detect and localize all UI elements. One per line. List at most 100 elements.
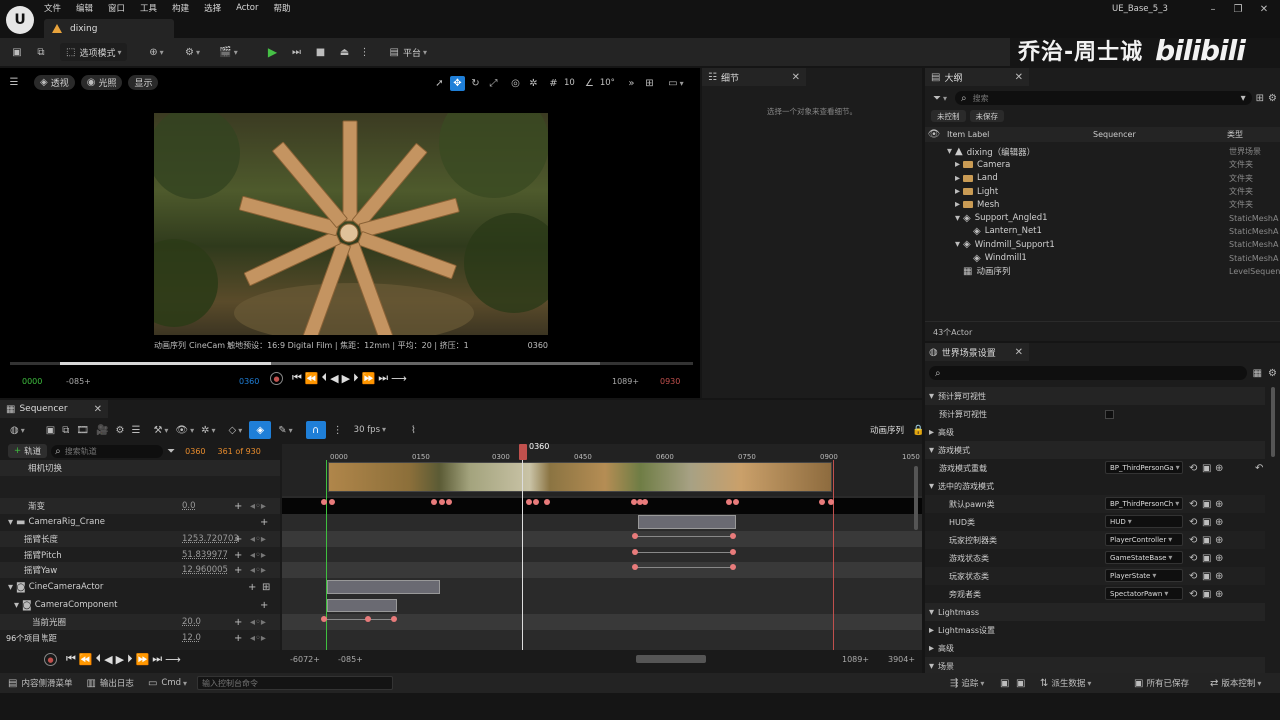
sequencer-tab[interactable]: ▦ Sequencer ✕ — [0, 400, 108, 418]
output-log-button[interactable]: ▥ 输出日志 — [86, 677, 133, 690]
world-space-icon[interactable]: ◎ — [508, 76, 523, 91]
eject-icon[interactable]: ⏏ — [335, 43, 353, 61]
tree-item-mesh[interactable]: ▸ Mesh 文件夹 — [925, 198, 1280, 211]
key-nav-icon[interactable]: ◂◦▸ — [250, 550, 266, 561]
play-icon[interactable]: ▶ — [263, 43, 281, 61]
scrub-end[interactable]: 0930 — [660, 377, 680, 386]
outliner-settings-icon[interactable]: ⚙ — [1268, 93, 1277, 104]
menu-file[interactable]: 文件 — [44, 2, 61, 14]
show-button[interactable]: 显示 — [128, 74, 159, 90]
browse-icon[interactable]: ⟲ — [1189, 553, 1197, 564]
tree-item-light[interactable]: ▸ Light 文件夹 — [925, 185, 1280, 198]
keyframe[interactable] — [726, 499, 732, 505]
keyframe[interactable] — [632, 549, 638, 555]
seq-view-icon[interactable]: 👁 — [175, 425, 194, 436]
play-forward-icon[interactable]: ▶ — [116, 653, 124, 666]
timeline-area[interactable] — [282, 460, 922, 650]
outliner-filter-icon[interactable]: ⏷ — [929, 93, 951, 104]
tree-item-lantern[interactable]: ◈ Lantern_Net1 StaticMeshA — [925, 225, 1280, 238]
track-value[interactable]: 12.0 — [182, 633, 201, 643]
layout-icon[interactable]: ⊞ — [642, 76, 657, 91]
tree-item-sequence[interactable]: ▦ 动画序列 LevelSequen — [925, 265, 1280, 278]
folder-browse-icon[interactable]: ▣ — [1202, 517, 1211, 528]
keyframe[interactable] — [828, 499, 834, 505]
reset-icon[interactable]: ↶ — [1255, 463, 1263, 474]
keyframe[interactable] — [632, 533, 638, 539]
keyframe[interactable] — [329, 499, 335, 505]
folder-browse-icon[interactable]: ▣ — [1202, 499, 1211, 510]
track-value[interactable]: 0.0 — [182, 501, 196, 511]
section-selected-game-mode[interactable]: ▾ 选中的游戏模式 — [925, 477, 1265, 495]
seq-edit-icon[interactable]: ✎ — [278, 425, 292, 436]
grid-snap-icon[interactable]: # — [546, 76, 561, 91]
view-next[interactable]: 1089+ — [842, 655, 869, 664]
prop-combo[interactable]: BP_ThirdPersonCh — [1105, 497, 1183, 510]
cine-camera-section[interactable] — [327, 580, 440, 594]
seq-list-icon[interactable]: ☰ — [131, 425, 140, 436]
add-icon[interactable]: ⊕ — [1215, 535, 1223, 546]
tree-item-windmill[interactable]: ◈ Windmill1 StaticMeshA — [925, 251, 1280, 264]
mode-button[interactable]: ⬚ 选项模式 — [60, 43, 128, 61]
key-add-icon[interactable]: + — [234, 633, 242, 644]
add-icon[interactable]: ⊕ — [1215, 571, 1223, 582]
folder-browse-icon[interactable]: ▣ — [1202, 589, 1211, 600]
timeline-vscroll[interactable] — [914, 466, 918, 530]
expand-icon[interactable]: ▾ — [947, 146, 952, 157]
view-end[interactable]: 3904+ — [888, 655, 915, 664]
world-settings-close-icon[interactable]: ✕ — [1015, 347, 1023, 358]
add-track-button[interactable]: + 轨道 — [8, 444, 48, 458]
folder-browse-icon[interactable]: ▣ — [1202, 571, 1211, 582]
view-prev[interactable]: -085+ — [338, 655, 363, 664]
seq-key-icon[interactable]: ◇ — [229, 425, 243, 436]
track-cine-camera[interactable]: ▾ ◙ CineCameraActor + ⊞ — [0, 579, 280, 595]
track-value[interactable]: 12.960005 — [182, 565, 228, 575]
derived-data-button[interactable]: ⇅ 派生数据 — [1040, 677, 1091, 690]
add-icon[interactable]: ⊕ — [1215, 553, 1223, 564]
game-mode-combo[interactable]: BP_ThirdPersonGa — [1105, 461, 1183, 474]
trace-button[interactable]: ⇶ 追踪 — [950, 677, 984, 690]
keyframe[interactable] — [733, 499, 739, 505]
browse-icon[interactable]: ⟲ — [1189, 589, 1197, 600]
track-crane-pitch[interactable]: 摇臂Pitch 51.839977 + ◂◦▸ — [0, 547, 280, 563]
section-world[interactable]: ▾ 场景 — [925, 657, 1265, 673]
tree-item-windmill-support[interactable]: ▾ ◈ Windmill_Support1 StaticMeshA — [925, 238, 1280, 251]
keyframe[interactable] — [431, 499, 437, 505]
fps-selector[interactable]: 30 fps — [354, 425, 386, 435]
col-sequencer[interactable]: Sequencer — [1093, 130, 1136, 139]
track-crane-length[interactable]: 摇臂长度 1253.720703 + ◂◦▸ — [0, 531, 280, 547]
track-crane-yaw[interactable]: 摇臂Yaw 12.960005 + ◂◦▸ — [0, 562, 280, 578]
browse-icon[interactable]: ⟲ — [1189, 499, 1197, 510]
current-frame[interactable]: 0360 — [185, 447, 205, 456]
section-advanced[interactable]: ▸ 高级 — [925, 423, 1265, 441]
prop-combo[interactable]: SpectatorPawn — [1105, 587, 1183, 600]
key-nav-icon[interactable]: ◂◦▸ — [250, 565, 266, 576]
expand-icon[interactable]: ▾ — [955, 239, 960, 250]
keyframe[interactable] — [439, 499, 445, 505]
camera-component-section[interactable] — [327, 599, 397, 612]
next-key-icon[interactable]: ⏩ — [136, 653, 150, 666]
prev-frame-icon[interactable]: ⏴ — [96, 652, 102, 666]
keyframe[interactable] — [730, 564, 736, 570]
seq-save-icon[interactable]: ▣ — [46, 425, 55, 436]
details-tab[interactable]: ☷ 细节 ✕ — [702, 68, 806, 86]
seq-camera-icon[interactable]: 🎥 — [96, 425, 108, 436]
track-add-icon[interactable]: + — [260, 600, 268, 611]
browse-icon[interactable]: ⟲ — [1189, 463, 1197, 474]
next-frame-icon[interactable]: ⏵ — [127, 652, 133, 666]
filter-uncontrolled[interactable]: 未控制 — [931, 110, 966, 122]
collapse-icon[interactable]: ▸ — [955, 173, 960, 184]
prop-combo[interactable]: PlayerController — [1105, 533, 1183, 546]
keyframe[interactable] — [632, 564, 638, 570]
next-frame-icon[interactable]: ⏵ — [353, 371, 359, 385]
track-aperture[interactable]: 当前光圈 20.0 + ◂◦▸ — [0, 614, 280, 630]
track-search-box[interactable]: ⌕ — [51, 444, 164, 458]
property-matrix-icon[interactable]: ▦ — [1253, 368, 1262, 379]
key-add-icon[interactable]: + — [234, 565, 242, 576]
console-input[interactable] — [197, 676, 394, 690]
track-fade[interactable]: 渐变 0.0 + ◂◦▸ — [0, 498, 280, 514]
camera-speed-icon[interactable]: » — [624, 76, 639, 91]
keyframe[interactable] — [391, 616, 397, 622]
platform-button[interactable]: ▤ 平台 — [383, 43, 432, 61]
folder-browse-icon[interactable]: ▣ — [1202, 535, 1211, 546]
scale-tool-icon[interactable]: ⤢ — [486, 76, 501, 91]
